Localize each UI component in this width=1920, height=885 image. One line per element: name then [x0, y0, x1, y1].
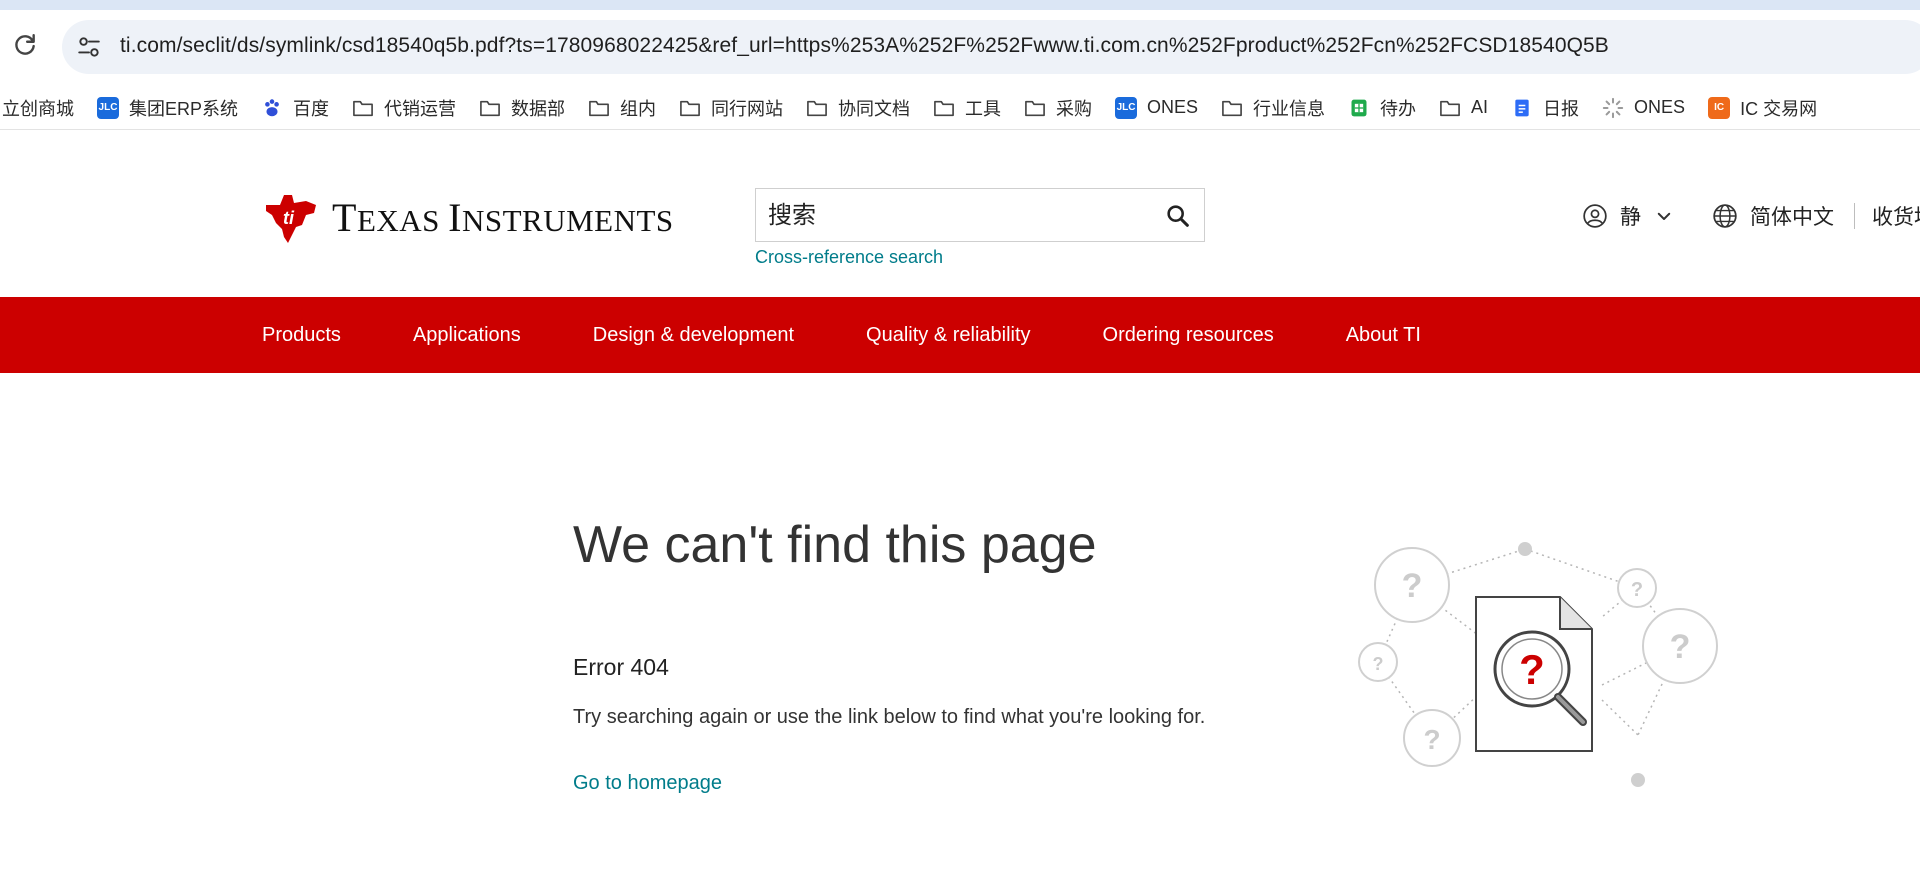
sheet-green-icon — [1348, 97, 1370, 119]
error-code: Error 404 — [573, 654, 669, 680]
bookmark-label: AI — [1471, 97, 1489, 117]
doc-blue-icon — [1511, 97, 1533, 119]
account-menu[interactable]: 静 — [1582, 201, 1673, 231]
bookmark-label: 代销运营 — [384, 98, 457, 119]
bookmark-label: 数据部 — [511, 98, 566, 119]
jlc-icon: JLC — [97, 96, 119, 119]
nav-quality-reliability[interactable]: Quality & reliability — [866, 324, 1031, 347]
account-name: 静 — [1620, 206, 1641, 229]
svg-text:?: ? — [1423, 724, 1440, 755]
bookmark-item[interactable]: 日报 — [1511, 95, 1579, 121]
main-nav: Products Applications Design & developme… — [0, 297, 1920, 373]
bookmark-item[interactable]: 协同文档 — [806, 95, 910, 121]
folder-icon — [479, 97, 501, 119]
bookmarks-bar: 立创商城 JLC 集团ERP系统 百度 代销运营 数据部 组内 同行网站 协同文档 工具 采购 JLC… — [0, 86, 1920, 130]
nav-applications[interactable]: Applications — [413, 324, 521, 347]
bookmark-label: 采购 — [1056, 98, 1093, 119]
bookmark-label: 待办 — [1380, 98, 1417, 119]
browser-toolbar: ti.com/seclit/ds/symlink/csd18540q5b.pdf… — [0, 10, 1920, 86]
ti-logo[interactable]: ti TEXAS INSTRUMENTS — [262, 189, 674, 245]
search-box — [755, 188, 1205, 242]
bookmark-label: 立创商城 — [2, 98, 74, 119]
bookmark-item[interactable]: 百度 — [261, 95, 329, 121]
folder-icon — [679, 97, 701, 119]
bookmark-label: 行业信息 — [1253, 98, 1326, 119]
baidu-paw-icon — [261, 97, 283, 119]
bookmark-label: ONES — [1147, 97, 1199, 117]
language-label: 简体中文 — [1750, 206, 1834, 229]
address-bar[interactable]: ti.com/seclit/ds/symlink/csd18540q5b.pdf… — [62, 20, 1920, 74]
bookmark-item[interactable]: 同行网站 — [679, 95, 783, 121]
ti-state-logo-icon: ti — [266, 195, 316, 243]
folder-icon — [933, 97, 955, 119]
nav-ordering-resources[interactable]: Ordering resources — [1103, 324, 1274, 347]
bookmark-label: 组内 — [620, 98, 657, 119]
search-icon[interactable] — [1164, 202, 1192, 230]
svg-text:?: ? — [1631, 579, 1643, 601]
nav-design-development[interactable]: Design & development — [593, 324, 794, 347]
reload-icon[interactable] — [12, 32, 38, 58]
bookmark-item[interactable]: 代销运营 — [352, 95, 456, 121]
bookmark-item[interactable]: AI — [1439, 97, 1488, 119]
folder-icon — [806, 97, 828, 119]
folder-icon — [1221, 97, 1243, 119]
error-title: We can't find this page — [573, 516, 1097, 574]
chevron-down-icon — [1657, 212, 1671, 220]
bookmark-label: 日报 — [1543, 98, 1580, 119]
spinner-icon — [1602, 97, 1624, 119]
bookmark-item[interactable]: ONES — [1602, 97, 1685, 119]
svg-text:?: ? — [1373, 654, 1384, 674]
folder-icon — [1024, 97, 1046, 119]
bookmark-label: 协同文档 — [838, 98, 911, 119]
browser-top-strip — [0, 0, 1920, 10]
site-header: ti TEXAS INSTRUMENTS Cross-reference sea… — [0, 131, 1920, 297]
folder-icon — [352, 97, 374, 119]
jlc-icon: JLC — [1115, 96, 1138, 119]
bookmark-item[interactable]: 立创商城 — [2, 95, 74, 121]
bookmark-item[interactable]: IC IC 交易网 — [1708, 95, 1817, 121]
ic-icon: IC — [1708, 96, 1731, 119]
bookmark-item[interactable]: JLC ONES — [1115, 96, 1199, 119]
bookmark-label: ONES — [1634, 97, 1686, 117]
cart-link[interactable]: 收货地 — [1872, 201, 1920, 231]
cross-reference-link[interactable]: Cross-reference search — [755, 247, 943, 268]
bookmark-item[interactable]: JLC 集团ERP系统 — [97, 95, 238, 121]
svg-text:?: ? — [1519, 646, 1545, 693]
svg-text:?: ? — [1402, 567, 1423, 605]
svg-text:ti: ti — [283, 208, 295, 228]
homepage-link[interactable]: Go to homepage — [573, 772, 722, 795]
network-node — [1631, 773, 1645, 787]
nav-products[interactable]: Products — [262, 324, 341, 347]
user-icon — [1583, 204, 1607, 228]
bookmark-item[interactable]: 采购 — [1024, 95, 1092, 121]
svg-text:?: ? — [1670, 628, 1691, 666]
bookmark-label: 工具 — [965, 98, 1002, 119]
url-text[interactable]: ti.com/seclit/ds/symlink/csd18540q5b.pdf… — [120, 34, 1609, 58]
bookmark-item[interactable]: 工具 — [933, 95, 1001, 121]
network-node — [1518, 542, 1532, 556]
folder-icon — [1439, 97, 1461, 119]
language-selector[interactable]: 简体中文 — [1712, 201, 1834, 231]
search-input[interactable] — [768, 199, 1148, 231]
error-message: Try searching again or use the link belo… — [573, 706, 1206, 728]
bookmark-item[interactable]: 行业信息 — [1221, 95, 1325, 121]
bookmark-label: 集团ERP系统 — [129, 98, 239, 119]
header-divider — [1854, 203, 1855, 229]
bookmark-item[interactable]: 待办 — [1348, 95, 1416, 121]
logo-wordmark: TEXAS INSTRUMENTS — [332, 194, 674, 240]
bookmark-item[interactable]: 组内 — [588, 95, 656, 121]
bookmark-item[interactable]: 数据部 — [479, 95, 565, 121]
globe-icon — [1713, 204, 1737, 228]
site-info-icon[interactable] — [76, 34, 102, 60]
folder-icon — [588, 97, 610, 119]
bookmark-label: 百度 — [293, 98, 330, 119]
nav-about-ti[interactable]: About TI — [1346, 324, 1421, 347]
bookmark-label: IC 交易网 — [1740, 98, 1818, 119]
bookmark-label: 同行网站 — [711, 98, 784, 119]
page-not-found-illustration: ? ? ? ? ? ? — [1358, 542, 1718, 787]
document-magnifier-icon: ? — [1475, 596, 1593, 752]
